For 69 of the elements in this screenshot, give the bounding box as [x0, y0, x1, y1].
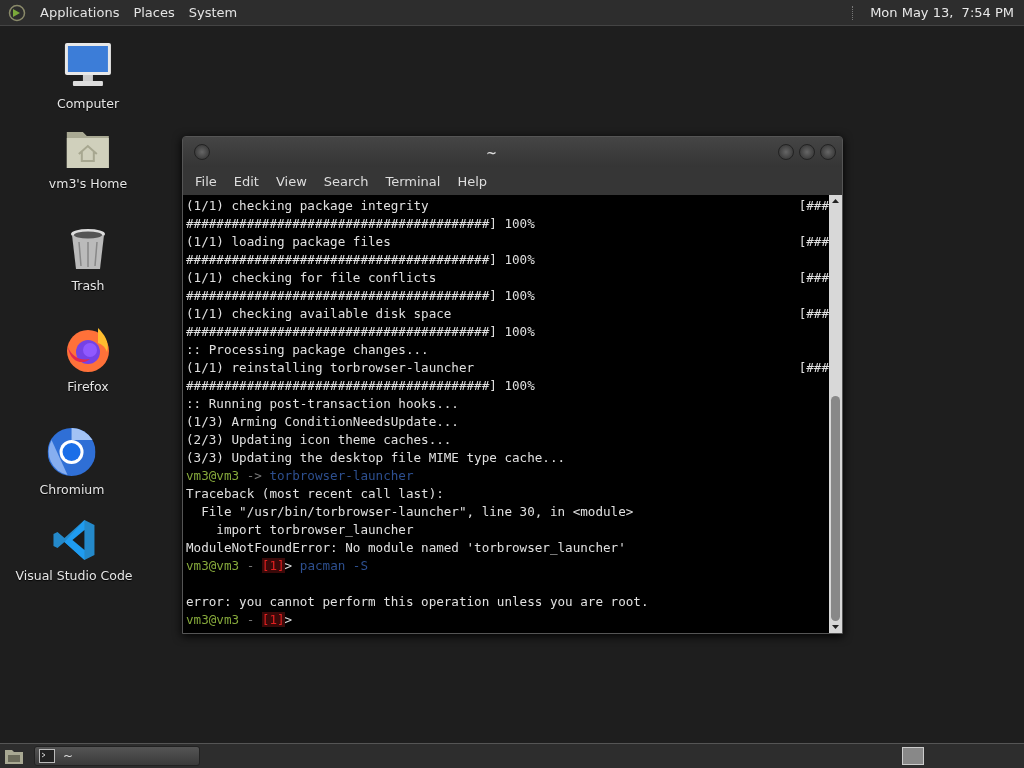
terminal-line: (1/1) checking for file conflicts [186, 270, 437, 285]
minimize-button[interactable] [778, 144, 794, 160]
menu-item[interactable]: View [267, 173, 315, 189]
scroll-up-icon[interactable] [832, 199, 839, 203]
terminal-line: import torbrowser_launcher [215, 521, 414, 539]
show-desktop-icon[interactable] [4, 747, 24, 765]
progress-bar-text: [### [798, 269, 829, 287]
menu-item[interactable]: Help [449, 173, 496, 189]
terminal-line: error: you cannot perform this operation unless you are root. [186, 593, 649, 611]
command-text: pacman -S [299, 558, 369, 573]
desktop-icon-label[interactable]: Trash [71, 278, 105, 293]
scroll-down-icon[interactable] [832, 625, 839, 629]
maximize-button[interactable] [799, 144, 815, 160]
terminal-line: (1/3) Arming ConditionNeedsUpdate... [186, 413, 459, 431]
scrollbar[interactable] [829, 195, 842, 633]
exit-status: [1] [261, 612, 285, 627]
exit-status: [1] [261, 558, 285, 573]
window-title: ~ [485, 144, 498, 160]
prompt-separator: -> [246, 468, 262, 483]
terminal-line: (1/1) checking package integrity [186, 198, 429, 213]
terminal-line: ########################################] 100% [186, 287, 535, 305]
progress-bar-text: [### [798, 197, 829, 215]
terminal-line: (1/1) checking available disk space [186, 306, 452, 321]
prompt-user: vm3@vm3 [186, 558, 240, 573]
panel-menu[interactable]: Places [133, 5, 175, 20]
desktop-icon-label[interactable]: Computer [56, 96, 120, 111]
prompt-separator: - [246, 612, 255, 627]
progress-bar-text: [### [798, 359, 829, 377]
progress-bar-text: [### [798, 305, 829, 323]
terminal-line: (2/3) Updating icon theme caches... [186, 431, 452, 449]
terminal-line: ########################################] 100% [186, 377, 535, 395]
terminal-line: (3/3) Updating the desktop file MIME type cache... [186, 449, 566, 467]
progress-bar-text: [### [798, 233, 829, 251]
taskbar-button[interactable]: ~ [34, 746, 200, 766]
command-text: torbrowser-launcher [269, 468, 414, 483]
terminal-line: (1/1) loading package files [186, 234, 391, 249]
desktop-icon-label[interactable]: Chromium [39, 482, 105, 497]
prompt-arrow: > [284, 612, 293, 627]
prompt-separator: - [246, 558, 255, 573]
desktop-icon-label[interactable]: vm3's Home [48, 176, 128, 191]
menu-item[interactable]: Terminal [377, 173, 449, 189]
terminal-line: (1/1) reinstalling torbrowser-launcher [186, 360, 475, 375]
panel-menu[interactable]: System [188, 5, 238, 20]
chromium-icon [48, 428, 96, 476]
terminal-line: ########################################] 100% [186, 215, 535, 233]
terminal-line: ########################################] 100% [186, 251, 535, 269]
terminal-line: :: Running post-transaction hooks... [186, 395, 459, 413]
desktop-icon-label[interactable]: Firefox [67, 379, 109, 394]
menu-item[interactable]: Search [315, 173, 377, 189]
terminal-line: :: Processing package changes... [186, 341, 429, 359]
terminal-line: File "/usr/bin/torbrowser-launcher", line 30, in <module> [200, 503, 634, 521]
menu-item[interactable]: File [187, 173, 225, 189]
workspace-switcher[interactable] [902, 747, 924, 765]
terminal-line: Traceback (most recent call last): [186, 485, 444, 503]
window-menu-button[interactable] [194, 144, 210, 160]
trash-icon [69, 228, 107, 272]
menu-item[interactable]: Edit [225, 173, 267, 189]
panel-menu[interactable]: Applications [40, 5, 120, 20]
desktop-icon-label[interactable]: Visual Studio Code [15, 568, 133, 583]
prompt-arrow: > [284, 558, 293, 573]
terminal-line: ModuleNotFoundError: No module named 'torbrowser_launcher' [186, 539, 626, 557]
vscode-icon [52, 518, 96, 562]
terminal-icon [39, 749, 55, 763]
terminal-line: ########################################] 100% [186, 323, 535, 341]
clock[interactable]: Mon May 13, 7:54 PM [870, 5, 1016, 20]
prompt-user: vm3@vm3 [186, 468, 240, 483]
distro-logo-icon [8, 3, 26, 22]
close-button[interactable] [820, 144, 836, 160]
prompt-user: vm3@vm3 [186, 612, 240, 627]
